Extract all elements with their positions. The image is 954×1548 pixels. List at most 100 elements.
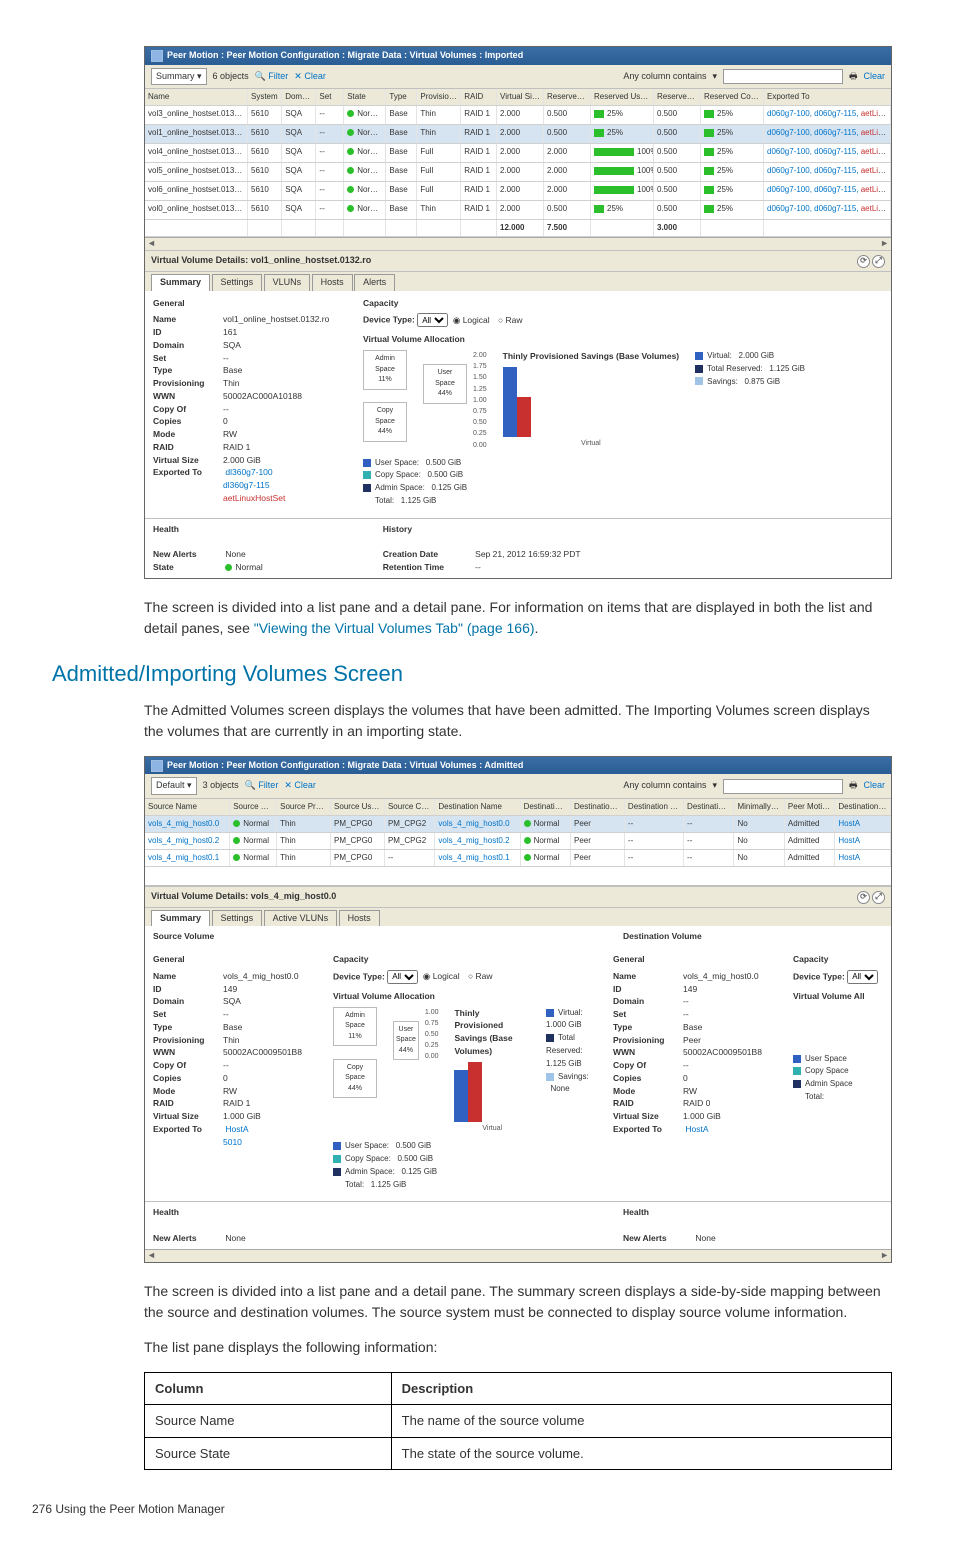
app-icon bbox=[151, 760, 163, 772]
exported-to-link[interactable]: 5010 bbox=[223, 1137, 242, 1147]
pane-corner-buttons[interactable]: ⟳⤢ bbox=[855, 890, 885, 904]
vva-label: Virtual Volume Allocation bbox=[363, 334, 465, 344]
table-row[interactable]: vol0_online_hostset.0131.ro5610SQA--Norm… bbox=[145, 201, 891, 220]
thin-savings-legend: Virtual: 2.000 GiBTotal Reserved: 1.125 … bbox=[695, 350, 805, 388]
object-count: 6 objects bbox=[213, 70, 249, 84]
paragraph-list-detail: The screen is divided into a list pane a… bbox=[144, 597, 892, 639]
general-kv: Namevol1_online_hostset.0132.roID161Doma… bbox=[153, 313, 333, 466]
vva-right-label: Virtual Volume All bbox=[793, 991, 865, 1001]
exported-to-link[interactable]: dl360g7-100 bbox=[225, 467, 272, 477]
table-row[interactable]: vol5_online_hostset.0135.ro5610SQA--Norm… bbox=[145, 163, 891, 182]
clear-button-right[interactable]: Clear bbox=[863, 779, 885, 793]
col-header-column: Column bbox=[145, 1372, 392, 1405]
link-viewing-vv-tab[interactable]: "Viewing the Virtual Volumes Tab" (page … bbox=[254, 620, 535, 636]
tab-hosts[interactable]: Hosts bbox=[339, 910, 380, 927]
src-general-kv: Namevols_4_mig_host0.0ID149DomainSQASet-… bbox=[153, 970, 313, 1123]
table-row[interactable]: vol4_online_hostset.0134.ro5610SQA--Norm… bbox=[145, 144, 891, 163]
page-footer: 276 Using the Peer Motion Manager bbox=[32, 1500, 902, 1518]
clear-button[interactable]: ✕ Clear bbox=[284, 779, 316, 793]
columns-description-table: Column Description Source Name The name … bbox=[144, 1372, 892, 1471]
tab-active-vluns[interactable]: Active VLUNs bbox=[264, 910, 338, 927]
pane-corner-buttons[interactable]: ⟳⤢ bbox=[855, 254, 885, 268]
exported-to-link[interactable]: HostA bbox=[225, 1124, 248, 1134]
window-titlebar: Peer Motion : Peer Motion Configuration … bbox=[145, 757, 891, 775]
exported-to-link[interactable]: dl360g7-115 bbox=[223, 480, 270, 490]
any-column-contains-label: Any column contains bbox=[623, 779, 706, 793]
table-row: Source Name The name of the source volum… bbox=[145, 1405, 892, 1438]
radio-logical[interactable]: ◉ Logical bbox=[453, 315, 490, 325]
radio-raw[interactable]: ○ Raw bbox=[498, 315, 523, 325]
detail-tabs: Summary Settings Active VLUNs Hosts bbox=[145, 908, 891, 927]
tab-summary[interactable]: Summary bbox=[151, 910, 210, 927]
dst-general-kv: Namevols_4_mig_host0.0ID149Domain--Set--… bbox=[613, 970, 773, 1123]
device-type-dropdown[interactable]: All bbox=[847, 970, 878, 984]
split-header: Source Volume Destination Volume bbox=[145, 926, 891, 947]
device-type-label: Device Type: bbox=[363, 315, 415, 325]
print-icon[interactable]: 🖶 bbox=[849, 779, 858, 793]
allocation-legend: User Space: 0.500 GiBCopy Space: 0.500 G… bbox=[363, 457, 883, 508]
any-column-contains-label: Any column contains bbox=[623, 70, 706, 84]
thin-savings-legend: Virtual: 1.000 GiBTotal Reserved: 1.125 … bbox=[546, 1007, 593, 1097]
paragraph-list-pane-displays: The list pane displays the following inf… bbox=[144, 1337, 892, 1358]
paragraph-admitted-importing: The Admitted Volumes screen displays the… bbox=[144, 700, 892, 742]
horizontal-scrollbar[interactable] bbox=[145, 237, 891, 250]
table-row[interactable]: vols_4_mig_host0.1NormalThinPM_CPG0--vol… bbox=[145, 850, 891, 867]
radio-raw[interactable]: ○ Raw bbox=[468, 971, 493, 981]
health-history-row: Health New Alerts None State Normal Hist… bbox=[145, 518, 891, 578]
tab-settings[interactable]: Settings bbox=[212, 910, 263, 927]
exported-to-label: Exported To bbox=[153, 466, 223, 479]
destination-volume-heading: Destination Volume bbox=[623, 931, 702, 941]
exported-to-link[interactable]: HostA bbox=[685, 1124, 708, 1134]
detail-pane-title: Virtual Volume Details: vol1_online_host… bbox=[145, 250, 891, 272]
filter-button[interactable]: 🔍 Filter bbox=[245, 779, 279, 793]
screenshot-imported-volumes: Peer Motion : Peer Motion Configuration … bbox=[144, 46, 892, 579]
window-titlebar: Peer Motion : Peer Motion Configuration … bbox=[145, 47, 891, 65]
section-heading-admitted: Admitted/Importing Volumes Screen bbox=[52, 657, 902, 690]
search-input[interactable] bbox=[723, 69, 843, 84]
exported-to-hostset[interactable]: aetLinuxHostSet bbox=[223, 493, 285, 503]
app-icon bbox=[151, 50, 163, 62]
tab-alerts[interactable]: Alerts bbox=[354, 274, 395, 291]
table-row[interactable]: vol6_online_hostset.0136.ro5610SQA--Norm… bbox=[145, 182, 891, 201]
horizontal-scrollbar[interactable] bbox=[145, 1249, 891, 1262]
volume-grid: NameSystemDomainSetStateTypeProvisioning… bbox=[145, 89, 891, 237]
table-row[interactable]: vol3_online_hostset.0133.ro5610SQA--Norm… bbox=[145, 106, 891, 125]
right-allocation-legend: User Space Copy Space Admin Space Total: bbox=[793, 1053, 883, 1104]
search-input[interactable] bbox=[723, 779, 843, 794]
detail-pane-title: Virtual Volume Details: vols_4_mig_host0… bbox=[145, 886, 891, 908]
breadcrumb: Peer Motion : Peer Motion Configuration … bbox=[167, 759, 523, 773]
list-toolbar: Default ▾ 3 objects 🔍 Filter ✕ Clear Any… bbox=[145, 774, 891, 799]
detail-summary-body: General Namevols_4_mig_host0.0ID149Domai… bbox=[145, 947, 891, 1201]
tab-hosts[interactable]: Hosts bbox=[312, 274, 353, 291]
table-row: Source State The state of the source vol… bbox=[145, 1437, 892, 1470]
general-heading: General bbox=[153, 297, 333, 310]
capacity-heading: Capacity bbox=[363, 297, 883, 310]
screenshot-admitted-volumes: Peer Motion : Peer Motion Configuration … bbox=[144, 756, 892, 1263]
detail-tabs: Summary Settings VLUNs Hosts Alerts bbox=[145, 272, 891, 291]
health-row: Health New Alerts None Health New Alerts… bbox=[145, 1201, 891, 1248]
radio-logical[interactable]: ◉ Logical bbox=[423, 971, 460, 981]
device-type-dropdown[interactable]: All bbox=[387, 970, 418, 984]
filter-scope-dropdown[interactable]: Summary ▾ bbox=[151, 68, 207, 86]
filter-button[interactable]: 🔍 Filter bbox=[255, 70, 289, 84]
tab-vluns[interactable]: VLUNs bbox=[264, 274, 311, 291]
print-icon[interactable]: 🖶 bbox=[849, 70, 858, 84]
copy-space-box: CopySpace44% bbox=[363, 402, 407, 442]
device-type-dropdown[interactable]: All bbox=[417, 313, 448, 327]
paragraph-side-by-side: The screen is divided into a list pane a… bbox=[144, 1281, 892, 1323]
table-row[interactable]: vols_4_mig_host0.2NormalThinPM_CPG0PM_CP… bbox=[145, 833, 891, 850]
tab-summary[interactable]: Summary bbox=[151, 274, 210, 291]
clear-button-right[interactable]: Clear bbox=[863, 70, 885, 84]
table-row[interactable]: vols_4_mig_host0.0NormalThinPM_CPG0PM_CP… bbox=[145, 816, 891, 833]
source-volume-heading: Source Volume bbox=[153, 931, 214, 941]
health-heading: Health bbox=[153, 524, 179, 534]
user-space-box: UserSpace44% bbox=[423, 364, 467, 404]
breadcrumb: Peer Motion : Peer Motion Configuration … bbox=[167, 49, 523, 63]
filter-scope-dropdown[interactable]: Default ▾ bbox=[151, 777, 197, 795]
thin-savings-chart: Thinly Provisioned Savings (Base Volumes… bbox=[503, 350, 680, 449]
table-row[interactable]: vol1_online_hostset.0132.ro5610SQA--Norm… bbox=[145, 125, 891, 144]
thin-savings-chart: Thinly Provisioned Savings (Base Volumes… bbox=[454, 1007, 530, 1135]
tab-settings[interactable]: Settings bbox=[212, 274, 263, 291]
admin-space-box: AdminSpace11% bbox=[363, 350, 407, 390]
clear-button[interactable]: ✕ Clear bbox=[294, 70, 326, 84]
